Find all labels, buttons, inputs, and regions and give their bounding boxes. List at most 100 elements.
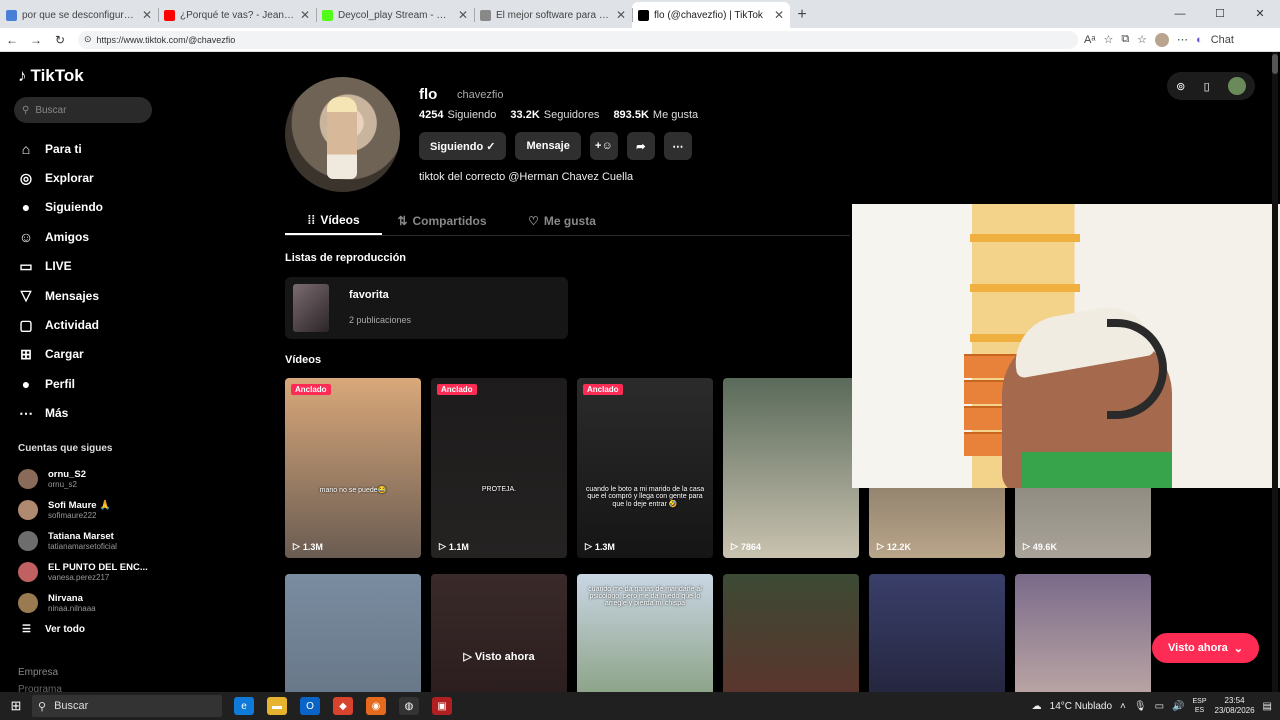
- page-scrollbar[interactable]: [1272, 52, 1278, 692]
- nav-item-messages[interactable]: ▽ Mensajes: [18, 281, 103, 310]
- view-all-link[interactable]: ☰ Ver todo: [22, 624, 85, 635]
- user-avatar[interactable]: [1227, 77, 1246, 95]
- app-icon[interactable]: ◆: [333, 697, 353, 715]
- nav-item-home[interactable]: ⌂ Para ti: [18, 134, 103, 163]
- tab-shared[interactable]: ⇅ Compartidos: [382, 206, 502, 235]
- video-thumbnail[interactable]: [723, 574, 859, 692]
- seen-now-button[interactable]: Visto ahora ⌄: [1152, 633, 1259, 663]
- main-nav: ⌂ Para ti ◎ Explorar ● Siguiendo ☺ Amigos ▭ LIVE ▽…: [18, 134, 103, 428]
- following-stat[interactable]: 4254 Siguiendo: [419, 109, 496, 121]
- nav-item-compass[interactable]: ◎ Explorar: [18, 163, 103, 192]
- start-windows-icon[interactable]: ⊞: [0, 698, 32, 714]
- site-info-icon[interactable]: ⊙: [84, 34, 92, 45]
- collections-icon[interactable]: ☆: [1137, 33, 1147, 46]
- nav-item-activity[interactable]: ▢ Actividad: [18, 310, 103, 339]
- browser-profile-avatar[interactable]: [1155, 32, 1170, 47]
- language-indicator[interactable]: ESP ES: [1192, 697, 1206, 715]
- video-thumbnail[interactable]: Anclado cuando le boto a mi marido de la …: [577, 378, 713, 558]
- following-account[interactable]: EL PUNTO DEL ENC... vanesa.perez217: [18, 556, 148, 587]
- device-icon[interactable]: ▯: [1204, 80, 1210, 93]
- notifications-icon[interactable]: ▤: [1263, 701, 1272, 712]
- profile-handle: chavezfio: [457, 89, 504, 101]
- footer-empresa-link[interactable]: Empresa: [18, 667, 58, 678]
- tab-close-icon[interactable]: ✕: [142, 8, 152, 22]
- tab-close-icon[interactable]: ✕: [774, 8, 784, 22]
- video-thumbnail[interactable]: [1015, 574, 1151, 692]
- view-all-label: Ver todo: [44, 624, 85, 635]
- tab-close-icon[interactable]: ✕: [616, 8, 626, 22]
- red-app-icon[interactable]: ▣: [432, 697, 452, 715]
- close-window-button[interactable]: ✕: [1240, 0, 1280, 28]
- taskbar-search[interactable]: ⚲ Buscar: [32, 695, 222, 717]
- playlist-card[interactable]: favorita 2 publicaciones: [285, 277, 568, 339]
- browser-tab[interactable]: Deycol_play Stream - Watch Live o ✕: [316, 2, 474, 28]
- following-account[interactable]: Tatiana Marset tatianamarsetoficial: [18, 526, 148, 557]
- video-thumbnail[interactable]: ▷ Visto ahora: [431, 574, 567, 692]
- video-thumbnail[interactable]: Anclado mano no se puede😂 ▷ 1.3M: [285, 378, 421, 558]
- cloud-icon: ☁: [1031, 700, 1042, 712]
- nav-item-more[interactable]: ⋯ Más: [18, 399, 103, 428]
- chat-label[interactable]: Chat: [1211, 34, 1234, 46]
- nav-item-following[interactable]: ● Siguiendo: [18, 193, 103, 222]
- video-thumbnail[interactable]: [869, 574, 1005, 692]
- video-thumbnail[interactable]: Anclado PROTEJA. ▷ 1.1M: [431, 378, 567, 558]
- following-account[interactable]: Sofi Maure 🙏 sofimaure222: [18, 495, 148, 526]
- tray-arrow-icon[interactable]: ˄: [1120, 701, 1126, 712]
- tab-close-icon[interactable]: ✕: [300, 8, 310, 22]
- weather-label[interactable]: 14°C Nublado: [1050, 701, 1112, 712]
- browser-tab[interactable]: ¿Porqué te vas? - Jeanette (Lyrics) ✕: [158, 2, 316, 28]
- url-field[interactable]: ⊙ https://www.tiktok.com/@chavezfio: [78, 30, 1078, 49]
- nav-item-live[interactable]: ▭ LIVE: [18, 252, 103, 281]
- browser-tab[interactable]: flo (@chavezfio) | TikTok ✕: [632, 2, 790, 28]
- firefox-icon[interactable]: ◉: [366, 697, 386, 715]
- forward-icon[interactable]: →: [24, 33, 48, 47]
- search-placeholder: Buscar: [35, 104, 67, 116]
- outlook-icon[interactable]: O: [300, 697, 320, 715]
- taskbar: ⊞ ⚲ Buscar e ▬ O ◆ ◉ ◍ ▣ ☁ 14°C Nublado ˄…: [0, 692, 1280, 720]
- coins-icon[interactable]: ⊚: [1176, 80, 1185, 93]
- reload-icon[interactable]: ↻: [48, 33, 72, 47]
- maximize-button[interactable]: ☐: [1200, 0, 1240, 28]
- search-input[interactable]: ⚲ Buscar: [14, 97, 152, 123]
- video-thumbnail[interactable]: cuando me da ganas de mandarle al psicól…: [577, 574, 713, 692]
- video-thumbnail[interactable]: ▷ 7864: [723, 378, 859, 558]
- more-options-icon[interactable]: ⋯: [663, 132, 692, 160]
- following-account[interactable]: Nirvana ninaa.nilnaaa: [18, 587, 148, 618]
- following-button[interactable]: Siguiendo ✓: [419, 132, 507, 160]
- nav-item-profile[interactable]: ● Perfil: [18, 369, 103, 398]
- profile-name: flo: [419, 86, 438, 103]
- video-thumbnail[interactable]: [285, 574, 421, 692]
- back-icon[interactable]: ←: [0, 33, 24, 47]
- network-icon[interactable]: ▭: [1155, 701, 1164, 712]
- tab-videos[interactable]: ⁞⁞ Vídeos: [285, 206, 382, 235]
- copilot-icon[interactable]: ◐: [1196, 34, 1203, 46]
- share-icon[interactable]: ➦: [626, 132, 655, 160]
- nav-item-friends[interactable]: ☺ Amigos: [18, 222, 103, 251]
- mic-icon[interactable]: 🎙: [1134, 701, 1147, 712]
- tab-close-icon[interactable]: ✕: [458, 8, 468, 22]
- clock[interactable]: 23:54 23/08/2026: [1215, 696, 1255, 716]
- add-friend-icon[interactable]: +☺: [589, 132, 618, 160]
- following-count: 4254: [419, 109, 444, 121]
- read-aloud-icon[interactable]: Aᵃ: [1084, 34, 1095, 46]
- browser-tab[interactable]: por que se desconfigura mi tts en ✕: [0, 2, 158, 28]
- extensions-icon[interactable]: ⧉: [1121, 33, 1129, 46]
- new-tab-button[interactable]: +: [790, 2, 814, 28]
- edge-icon[interactable]: e: [234, 697, 254, 715]
- tab-favicon-icon: [6, 9, 17, 21]
- followers-stat[interactable]: 33.2K Seguidores: [510, 109, 599, 121]
- browser-tab[interactable]: El mejor software para potenciar t ✕: [474, 2, 632, 28]
- obs-icon[interactable]: ◍: [399, 697, 419, 715]
- tab-likes[interactable]: ♡ Me gusta: [502, 206, 622, 235]
- following-account[interactable]: ornu_S2 ornu_s2: [18, 464, 148, 495]
- message-button[interactable]: Mensaje: [515, 132, 581, 160]
- nav-item-upload[interactable]: ⊞ Cargar: [18, 340, 103, 369]
- minimize-button[interactable]: —: [1160, 0, 1200, 28]
- volume-icon[interactable]: 🔊: [1172, 701, 1184, 712]
- favorite-icon[interactable]: ☆: [1103, 33, 1113, 46]
- footer-programa-link[interactable]: Programa: [18, 684, 62, 692]
- tiktok-logo[interactable]: ♪ TikTok: [18, 66, 84, 86]
- profile-avatar[interactable]: [285, 77, 400, 192]
- more-menu-icon[interactable]: ⋯: [1177, 33, 1188, 46]
- file-explorer-icon[interactable]: ▬: [267, 697, 287, 715]
